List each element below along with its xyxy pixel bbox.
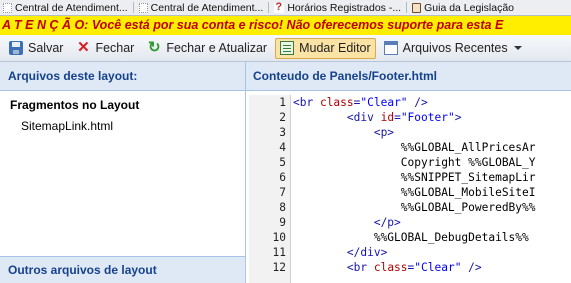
tab-divider — [132, 2, 134, 13]
code-token: </p> — [373, 216, 401, 229]
code-token: /> — [407, 96, 428, 109]
code-token: </div> — [346, 246, 388, 259]
code-token: %%GLOBAL_DebugDetails%% — [373, 231, 529, 244]
code-token: = — [394, 111, 401, 124]
line-number: 5 — [279, 156, 286, 169]
recent-files-dropdown[interactable]: Arquivos Recentes — [379, 38, 527, 59]
code-token: %%GLOBAL_AllPricesAr — [400, 141, 536, 154]
line-number: 4 — [279, 141, 286, 154]
chevron-down-icon — [513, 46, 522, 50]
code-line: </p> — [293, 215, 571, 230]
save-label: Salvar — [28, 41, 64, 55]
tab-divider — [406, 2, 408, 13]
other-layout-files-header[interactable]: Outros arquivos de layout — [0, 256, 245, 283]
tab-label: Central de Atendiment... — [15, 1, 128, 14]
layout-files-header: Arquivos deste layout: — [0, 62, 245, 91]
code-token: "Clear" — [360, 96, 408, 109]
code-line: </div> — [293, 245, 571, 260]
tab-label: Horários Registrados -... — [287, 1, 402, 14]
book-icon — [412, 2, 422, 13]
line-number: 1 — [279, 96, 286, 109]
save-icon — [9, 41, 23, 55]
code-token: %%GLOBAL_MobileSiteI — [400, 186, 536, 199]
code-token: <div — [346, 111, 381, 124]
change-editor-button[interactable]: Mudar Editor — [275, 37, 376, 59]
file-content-panel: Conteudo de Panels/Footer.html 123456789… — [246, 62, 571, 283]
tab-label: Central de Atendiment... — [150, 1, 264, 14]
code-token: %%GLOBAL_PoweredBy%% — [400, 201, 536, 214]
line-number: 9 — [279, 216, 286, 229]
save-button[interactable]: Salvar — [4, 38, 68, 59]
browser-tab[interactable]: Central de Atendiment... — [0, 0, 131, 15]
line-number: 11 — [272, 246, 286, 259]
code-line: <p> — [293, 125, 571, 140]
code-line: %%GLOBAL_DebugDetails%% — [293, 230, 571, 245]
code-editor[interactable]: 1 2 3 4 5 6 7 8 9 10 11 12 <br class="Clear" /> <di… — [246, 91, 571, 283]
change-editor-label: Mudar Editor — [299, 41, 371, 55]
code-line: %%GLOBAL_AllPricesAr — [293, 140, 571, 155]
code-token: <br — [346, 261, 374, 274]
help-icon — [274, 1, 285, 13]
close-label: Fechar — [95, 41, 135, 55]
line-number: 6 — [279, 171, 286, 184]
code-text-area[interactable]: <br class="Clear" /> <div id="Footer"> <… — [293, 95, 571, 283]
refresh-icon: ↻ — [148, 39, 161, 56]
code-line: <br class="Clear" /> — [293, 260, 571, 275]
code-line: %%GLOBAL_MobileSiteI — [293, 185, 571, 200]
recent-files-label: Arquivos Recentes — [402, 41, 508, 55]
recent-files-icon — [383, 41, 398, 55]
line-number: 7 — [279, 186, 286, 199]
line-number: 3 — [279, 126, 286, 139]
page-icon — [3, 2, 12, 13]
code-token: "Footer" — [400, 111, 455, 124]
code-line: <div id="Footer"> — [293, 110, 571, 125]
code-token: <p> — [373, 126, 395, 139]
code-token: %%SNIPPET_SitemapLir — [400, 171, 536, 184]
code-token: class — [373, 261, 408, 274]
browser-tab-bar: Central de Atendiment... Central de Aten… — [0, 0, 571, 16]
fragments-section-title: Fragmentos no Layout — [10, 98, 140, 112]
tab-divider — [268, 2, 270, 13]
code-token: > — [454, 111, 462, 124]
tab-label: Guia da Legislação — [424, 1, 515, 14]
close-and-refresh-button[interactable]: ↻ Fechar e Atualizar — [142, 38, 272, 59]
layout-files-panel: Arquivos deste layout: Fragmentos no Lay… — [0, 62, 246, 283]
code-token: /> — [461, 261, 482, 274]
file-content-header: Conteudo de Panels/Footer.html — [246, 62, 571, 91]
code-line: Copyright %%GLOBAL_Y — [293, 155, 571, 170]
line-number: 8 — [279, 201, 286, 214]
warning-banner: A T E N Ç Ã O: Você está por sua conta e… — [0, 16, 571, 35]
line-number-gutter: 1 2 3 4 5 6 7 8 9 10 11 12 — [249, 95, 291, 283]
code-token: <br — [293, 96, 320, 109]
code-token: class — [319, 96, 354, 109]
line-number: 2 — [279, 111, 286, 124]
editor-toolbar: Salvar ✕ Fechar ↻ Fechar e Atualizar Mud… — [0, 35, 571, 62]
code-token: Copyright %%GLOBAL_Y — [400, 156, 536, 169]
code-token: "Clear" — [414, 261, 462, 274]
line-number: 12 — [272, 261, 286, 274]
close-icon: ✕ — [77, 39, 90, 56]
code-line: %%GLOBAL_PoweredBy%% — [293, 200, 571, 215]
browser-tab[interactable]: Guia da Legislação — [409, 0, 517, 15]
browser-tab[interactable]: Central de Atendiment... — [136, 0, 267, 15]
code-token: id — [380, 111, 395, 124]
page-icon — [138, 2, 148, 13]
code-line: %%SNIPPET_SitemapLir — [293, 170, 571, 185]
code-line: <br class="Clear" /> — [293, 95, 571, 110]
browser-tab[interactable]: Horários Registrados -... — [271, 0, 404, 15]
line-number: 10 — [272, 231, 286, 244]
close-and-refresh-label: Fechar e Atualizar — [166, 41, 268, 55]
close-button[interactable]: ✕ Fechar — [71, 38, 139, 59]
file-item-sitemaplink[interactable]: SitemapLink.html — [0, 118, 245, 136]
editor-icon — [280, 41, 295, 55]
